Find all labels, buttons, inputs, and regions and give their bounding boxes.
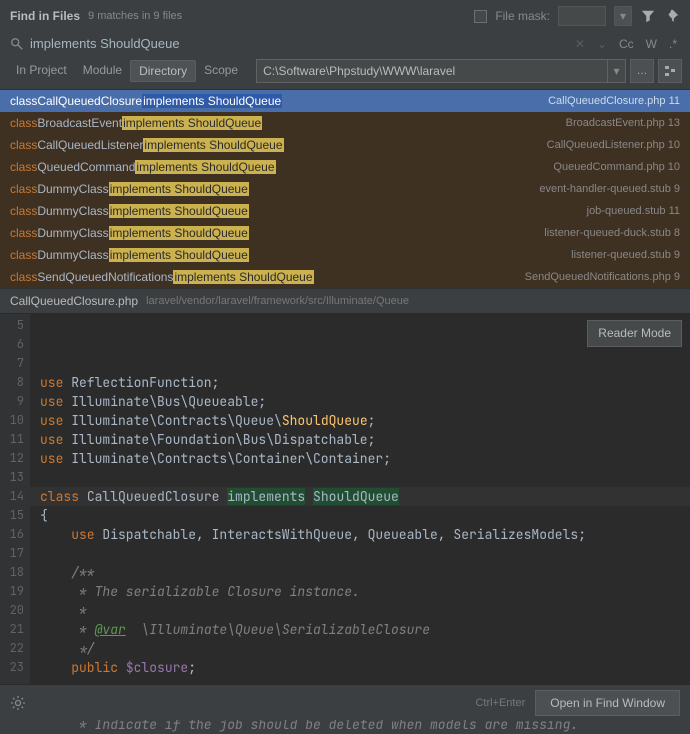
preview-header: CallQueuedClosure.php laravel/vendor/lar… [0, 288, 690, 314]
dialog-footer: Ctrl+Enter Open in Find Window [0, 684, 690, 720]
result-row[interactable]: class CallQueuedListener implements Shou… [0, 134, 690, 156]
file-mask-input[interactable] [558, 6, 606, 26]
open-in-find-window-button[interactable]: Open in Find Window [535, 690, 680, 716]
regex-toggle[interactable]: .* [666, 37, 680, 51]
directory-path-input[interactable]: C:\Software\Phpstudy\WWW\laravel [256, 59, 608, 83]
dialog-header: Find in Files 9 matches in 9 files File … [0, 0, 690, 32]
directory-path-dropdown[interactable]: ▾ [608, 59, 626, 83]
scope-tab-module[interactable]: Module [75, 60, 130, 82]
result-row[interactable]: class DummyClass implements ShouldQueuel… [0, 244, 690, 266]
search-bar: ✕ ⌄ Cc W .* [0, 32, 690, 57]
results-list: class CallQueuedClosure implements Shoul… [0, 90, 690, 288]
result-row[interactable]: class BroadcastEvent implements ShouldQu… [0, 112, 690, 134]
match-case-toggle[interactable]: Cc [616, 37, 637, 51]
history-icon[interactable]: ⌄ [594, 37, 610, 51]
directory-path-text: C:\Software\Phpstudy\WWW\laravel [263, 64, 455, 78]
tree-button[interactable] [658, 59, 682, 83]
file-mask-dropdown[interactable]: ▾ [614, 6, 632, 26]
file-mask-checkbox[interactable] [474, 10, 487, 23]
pin-icon[interactable] [664, 8, 680, 24]
result-row[interactable]: class SendQueuedNotifications implements… [0, 266, 690, 288]
result-row[interactable]: class DummyClass implements ShouldQueuel… [0, 222, 690, 244]
words-toggle[interactable]: W [643, 37, 660, 51]
shortcut-hint: Ctrl+Enter [475, 697, 525, 709]
line-gutter: 567891011121314151617181920212223 [0, 314, 30, 686]
scope-tab-scope[interactable]: Scope [196, 60, 246, 82]
result-row[interactable]: class DummyClass implements ShouldQueuej… [0, 200, 690, 222]
code-preview[interactable]: 567891011121314151617181920212223 Reader… [0, 314, 690, 686]
filter-icon[interactable] [640, 8, 656, 24]
preview-filename: CallQueuedClosure.php [10, 294, 138, 308]
scope-tab-in-project[interactable]: In Project [8, 60, 75, 82]
clear-icon[interactable]: ✕ [572, 37, 588, 51]
browse-button[interactable]: … [630, 59, 654, 83]
result-row[interactable]: class DummyClass implements ShouldQueuee… [0, 178, 690, 200]
match-count: 9 matches in 9 files [88, 10, 182, 22]
code-area: Reader Mode use ReflectionFunction; use … [30, 314, 690, 686]
reader-mode-button[interactable]: Reader Mode [587, 320, 682, 347]
result-row[interactable]: class CallQueuedClosure implements Shoul… [0, 90, 690, 112]
search-input[interactable] [30, 36, 566, 51]
search-icon [10, 37, 24, 51]
scope-row: In ProjectModuleDirectoryScope C:\Softwa… [0, 57, 690, 90]
dialog-title: Find in Files [10, 9, 80, 23]
gear-icon[interactable] [10, 695, 26, 711]
preview-path: laravel/vendor/laravel/framework/src/Ill… [146, 295, 409, 307]
result-row[interactable]: class QueuedCommand implements ShouldQue… [0, 156, 690, 178]
scope-tab-directory[interactable]: Directory [130, 60, 196, 82]
file-mask-label: File mask: [495, 9, 550, 23]
